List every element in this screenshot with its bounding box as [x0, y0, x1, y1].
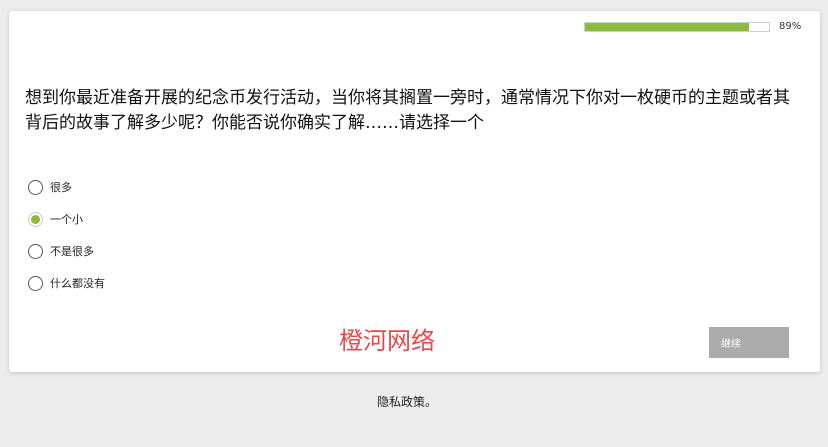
option-label: 一个小 [50, 213, 83, 226]
privacy-policy-link[interactable]: 隐私政策。 [377, 393, 437, 410]
option-1[interactable]: 一个小 [28, 208, 105, 230]
option-3[interactable]: 什么都没有 [28, 272, 105, 294]
option-0[interactable]: 很多 [28, 176, 105, 198]
question-text: 想到你最近准备开展的纪念币发行活动，当你将其搁置一旁时，通常情况下你对一枚硬币的… [25, 88, 790, 133]
radio-icon[interactable] [28, 275, 43, 291]
progress-fill [585, 23, 749, 31]
watermark-text: 橙河网络 [339, 327, 435, 355]
progress-percent: 89% [779, 21, 802, 32]
progress-bar [584, 22, 770, 32]
options-list: 很多 一个小 不是很多 什么都没有 [28, 176, 105, 304]
option-label: 什么都没有 [50, 277, 105, 290]
radio-icon[interactable] [28, 211, 43, 227]
radio-icon[interactable] [28, 243, 43, 259]
survey-card: 89% 想到你最近准备开展的纪念币发行活动，当你将其搁置一旁时，通常情况下你对一… [9, 11, 820, 372]
option-2[interactable]: 不是很多 [28, 240, 105, 262]
radio-icon[interactable] [28, 179, 43, 195]
option-label: 很多 [50, 181, 72, 194]
option-label: 不是很多 [50, 245, 94, 258]
continue-button[interactable]: 继续 [709, 327, 789, 358]
